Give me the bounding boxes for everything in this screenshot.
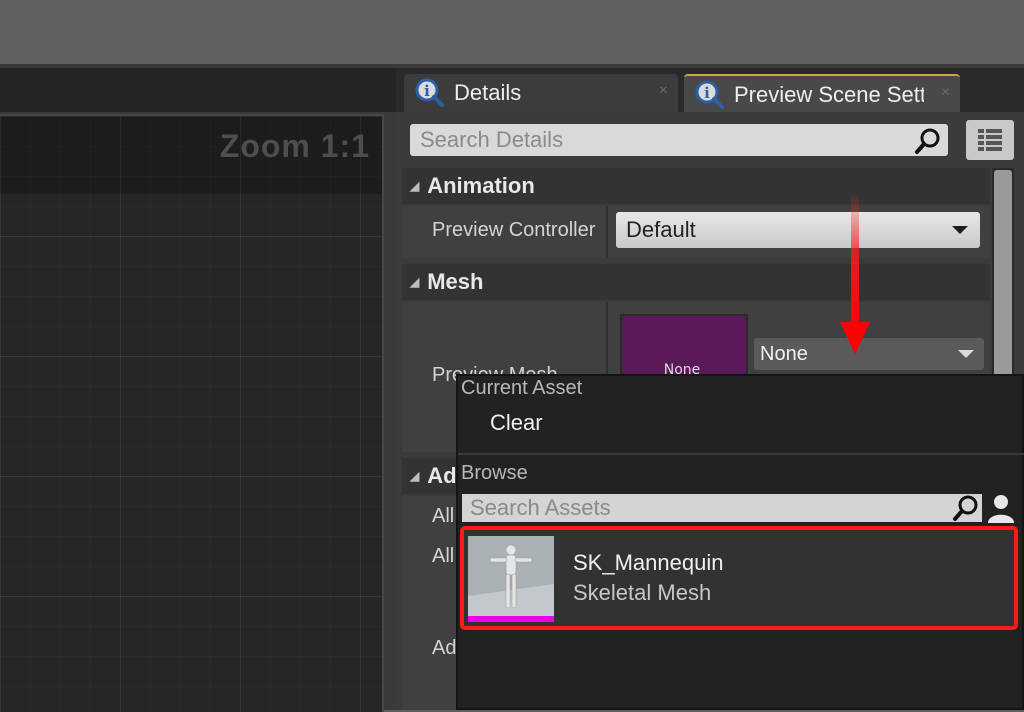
mannequin-icon — [468, 536, 554, 622]
tab-preview-label: Preview Scene Sett — [734, 82, 924, 107]
tab-preview-close-button[interactable]: × — [941, 84, 950, 102]
tab-preview-scene-settings[interactable]: i Preview Scene Sett × — [684, 74, 960, 114]
search-assets-placeholder: Search Assets — [470, 495, 611, 520]
section-animation-title: Animation — [427, 173, 535, 198]
additional-row-2-label: All — [432, 545, 455, 567]
search-icon[interactable] — [914, 127, 942, 155]
preview-controller-dropdown[interactable]: Default — [616, 212, 980, 248]
search-details-input[interactable]: Search Details — [410, 124, 948, 156]
annotation-arrow-icon — [840, 196, 870, 354]
title-bar-area — [0, 0, 1024, 64]
graph-viewport[interactable] — [0, 114, 384, 712]
current-asset-heading: Current Asset — [461, 377, 583, 399]
svg-text:i: i — [704, 84, 710, 102]
chevron-down-icon — [958, 350, 974, 358]
asset-type-color-bar — [468, 616, 554, 622]
view-options-button[interactable] — [966, 120, 1014, 160]
tab-details-label: Details — [454, 80, 522, 105]
grid-list-icon — [978, 129, 1002, 151]
collapse-triangle-icon: ◢ — [410, 469, 420, 483]
section-mesh-header[interactable]: ◢ Mesh — [402, 264, 990, 300]
graph-panel-header — [0, 68, 396, 112]
column-splitter[interactable] — [606, 206, 608, 258]
tab-details[interactable]: i Details × — [404, 74, 678, 112]
info-magnifier-icon: i — [415, 78, 444, 107]
tab-details-close-button[interactable]: × — [659, 82, 668, 100]
search-assets-input[interactable]: Search Assets — [462, 494, 982, 522]
search-details-placeholder: Search Details — [420, 127, 564, 152]
clear-asset-button[interactable]: Clear — [490, 410, 543, 436]
section-mesh-title: Mesh — [427, 269, 484, 294]
preview-controller-label: Preview Controller — [432, 219, 596, 241]
section-additional-title: Ad — [427, 463, 457, 488]
search-icon[interactable] — [952, 494, 980, 522]
asset-name: SK_Mannequin — [573, 550, 724, 575]
browse-heading: Browse — [461, 462, 528, 484]
additional-row-1-label: All — [432, 505, 455, 527]
zoom-label: Zoom 1:1 — [219, 128, 370, 164]
collapse-triangle-icon: ◢ — [410, 275, 420, 289]
preview-controller-value: Default — [626, 217, 696, 242]
additional-row-3-label: Ad — [432, 637, 457, 659]
asset-thumbnail — [468, 536, 554, 622]
info-magnifier-icon: i — [695, 80, 724, 109]
collapse-triangle-icon: ◢ — [410, 179, 420, 193]
svg-text:i: i — [424, 82, 430, 100]
preview-mesh-value: None — [760, 342, 808, 365]
chevron-down-icon — [952, 226, 968, 234]
section-animation-header[interactable]: ◢ Animation — [402, 168, 990, 204]
asset-type: Skeletal Mesh — [573, 580, 712, 605]
user-filter-icon[interactable] — [984, 492, 1018, 524]
popup-divider — [458, 453, 1024, 455]
